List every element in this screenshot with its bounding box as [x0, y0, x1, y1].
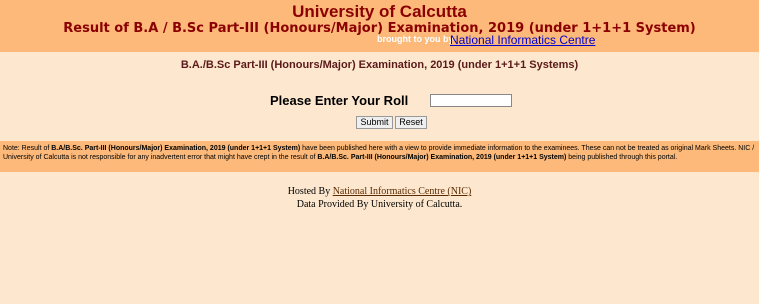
university-title: University of Calcutta: [292, 2, 467, 21]
brought-to-you-label: brought to you by: [377, 34, 454, 44]
note-suffix: being published through this portal.: [566, 154, 678, 161]
note-prefix: Note: Result of: [3, 145, 52, 152]
reset-button[interactable]: Reset: [395, 116, 427, 129]
hosted-by-label: Hosted By: [287, 186, 331, 197]
roll-input[interactable]: [430, 94, 512, 107]
exam-subtitle: B.A./B.Sc Part-III (Honours/Major) Exami…: [180, 59, 579, 71]
data-provided-line: Data Provided By University of Calcutta.: [296, 199, 463, 210]
note-exam-name-1: B.A/B.Sc. Part-III (Honours/Major) Exami…: [51, 145, 301, 152]
nic-footer-link[interactable]: National Informatics Centre (NIC): [333, 186, 472, 197]
note-exam-name-2: B.A/B.Sc. Part-III (Honours/Major) Exami…: [317, 154, 567, 161]
roll-label: Please Enter Your Roll: [270, 93, 409, 108]
nic-header-link[interactable]: National Informatics Centre: [450, 33, 595, 47]
header-banner: University of Calcutta Result of B.A / B…: [0, 0, 759, 52]
footer: Hosted By National Informatics Centre (N…: [0, 185, 759, 211]
submit-button[interactable]: Submit: [356, 116, 393, 129]
hosted-by-line: Hosted By National Informatics Centre (N…: [0, 185, 759, 198]
disclaimer-note: Note: Result of B.A/B.Sc. Part-III (Hono…: [0, 141, 759, 172]
